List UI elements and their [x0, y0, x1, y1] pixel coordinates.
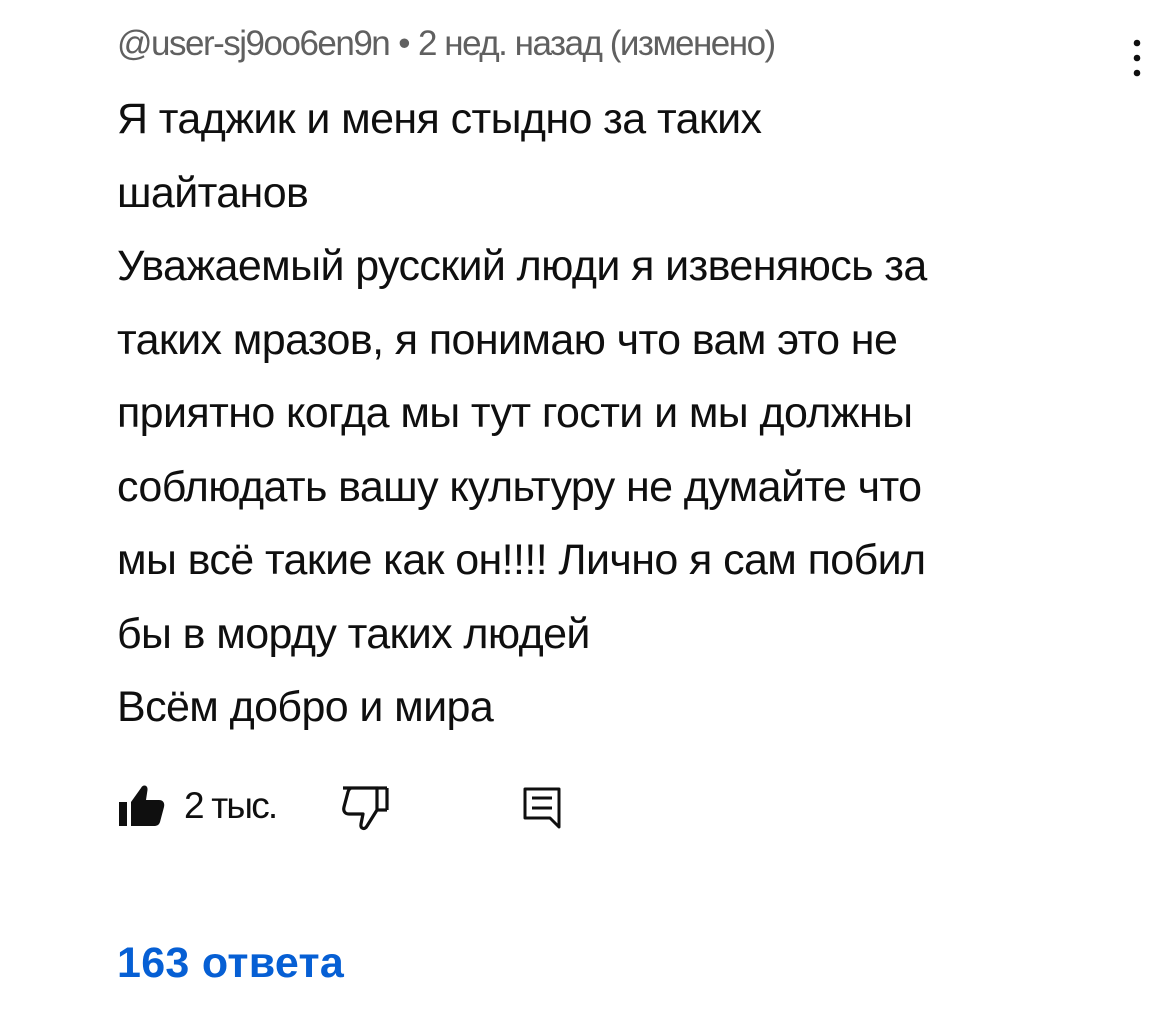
comment-text: Я таджик и меня стыдно за таких шайтанов… — [117, 95, 927, 731]
thumb-down-outline-icon — [342, 786, 389, 831]
comment-action-bar: 2 тыс. — [117, 770, 617, 840]
view-replies-link[interactable]: 163 ответа — [117, 933, 344, 993]
reply-comment-icon — [523, 787, 561, 829]
dislike-button[interactable] — [339, 780, 391, 834]
like-count: 2 тыс. — [184, 785, 278, 826]
comment-author[interactable]: @user-sj9oo6en9n — [117, 24, 391, 63]
comment-timestamp[interactable]: 2 нед. назад (изменено) — [418, 24, 776, 63]
more-vertical-icon — [1133, 39, 1141, 77]
like-button[interactable] — [117, 782, 167, 830]
thumb-up-filled-icon — [119, 785, 165, 826]
comment-meta: @user-sj9oo6en9n • 2 нед. назад (изменено) — [117, 20, 776, 68]
meta-separator: • — [398, 24, 410, 63]
comment-thread: @user-sj9oo6en9n • 2 нед. назад (изменено)… — [0, 0, 1165, 1015]
comment-menu-button[interactable] — [1122, 30, 1152, 90]
reply-button[interactable] — [522, 786, 562, 830]
